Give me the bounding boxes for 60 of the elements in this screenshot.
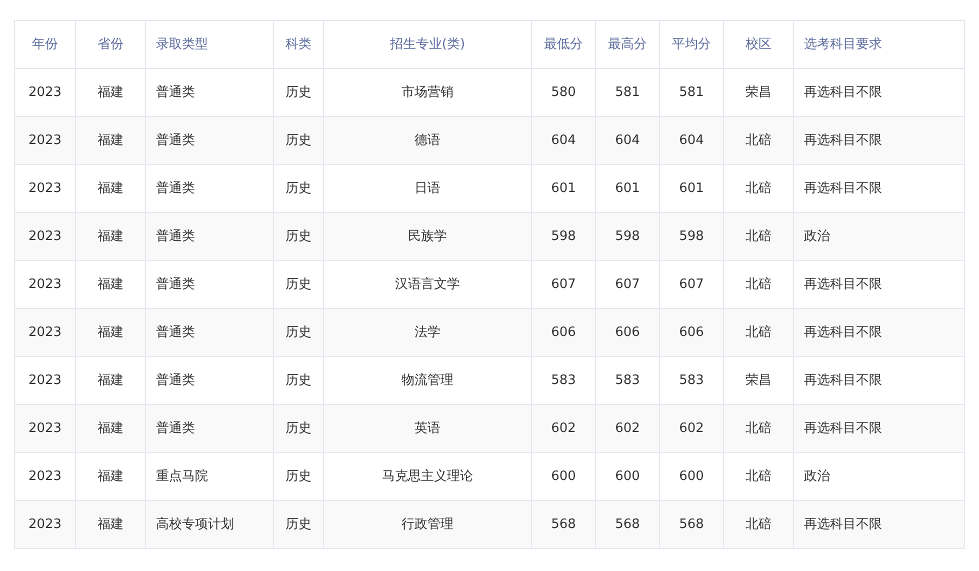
table-cell: 606 [532, 308, 596, 356]
table-cell: 北碚 [724, 212, 794, 260]
table-cell: 606 [660, 308, 724, 356]
column-header: 校区 [724, 20, 794, 68]
column-header: 省份 [76, 20, 146, 68]
table-cell: 福建 [76, 212, 146, 260]
table-cell: 普通类 [146, 404, 274, 452]
table-cell: 568 [596, 500, 660, 548]
column-header: 最高分 [596, 20, 660, 68]
table-cell: 606 [596, 308, 660, 356]
table-cell: 北碚 [724, 500, 794, 548]
table-cell: 2023 [14, 116, 76, 164]
column-header: 选考科目要求 [794, 20, 964, 68]
table-cell: 598 [596, 212, 660, 260]
table-cell: 普通类 [146, 212, 274, 260]
column-header: 科类 [274, 20, 324, 68]
table-cell: 德语 [324, 116, 532, 164]
table-cell: 2023 [14, 308, 76, 356]
table-cell: 历史 [274, 116, 324, 164]
table-cell: 604 [596, 116, 660, 164]
column-header: 录取类型 [146, 20, 274, 68]
table-cell: 再选科目不限 [794, 308, 964, 356]
table-cell: 历史 [274, 404, 324, 452]
table-cell: 北碚 [724, 116, 794, 164]
table-cell: 行政管理 [324, 500, 532, 548]
column-header: 最低分 [532, 20, 596, 68]
table-cell: 历史 [274, 212, 324, 260]
table-cell: 602 [596, 404, 660, 452]
table-cell: 2023 [14, 500, 76, 548]
table-cell: 福建 [76, 116, 146, 164]
table-cell: 再选科目不限 [794, 500, 964, 548]
table-cell: 福建 [76, 404, 146, 452]
table-cell: 602 [532, 404, 596, 452]
table-cell: 普通类 [146, 116, 274, 164]
table-cell: 历史 [274, 500, 324, 548]
column-header: 平均分 [660, 20, 724, 68]
table-cell: 民族学 [324, 212, 532, 260]
table-cell: 法学 [324, 308, 532, 356]
table-cell: 2023 [14, 404, 76, 452]
column-header: 年份 [14, 20, 76, 68]
table-cell: 2023 [14, 212, 76, 260]
table-cell: 北碚 [724, 404, 794, 452]
table-cell: 598 [660, 212, 724, 260]
table-cell: 高校专项计划 [146, 500, 274, 548]
table-cell: 598 [532, 212, 596, 260]
table-cell: 普通类 [146, 308, 274, 356]
table-cell: 604 [532, 116, 596, 164]
table-cell: 福建 [76, 500, 146, 548]
table-cell: 英语 [324, 404, 532, 452]
table-cell: 602 [660, 404, 724, 452]
table-cell: 北碚 [724, 308, 794, 356]
table-cell: 政治 [794, 212, 964, 260]
table-cell: 福建 [76, 308, 146, 356]
table-cell: 568 [660, 500, 724, 548]
table-cell: 604 [660, 116, 724, 164]
column-header: 招生专业(类) [324, 20, 532, 68]
table-cell: 历史 [274, 308, 324, 356]
table-cell: 再选科目不限 [794, 116, 964, 164]
table-cell: 再选科目不限 [794, 404, 964, 452]
table-cell: 568 [532, 500, 596, 548]
